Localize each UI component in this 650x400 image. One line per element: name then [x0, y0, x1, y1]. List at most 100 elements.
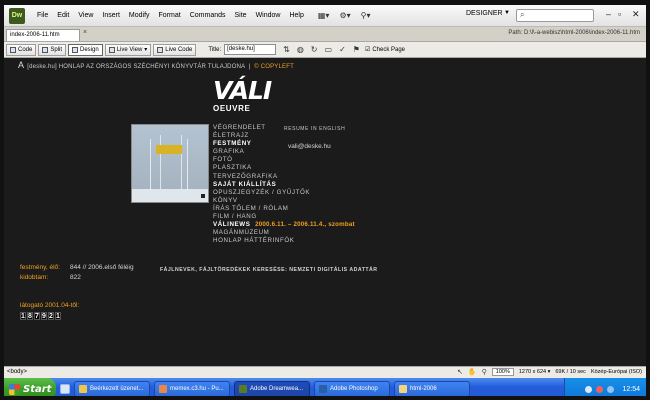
taskbar-button-label: Beérkezett üzenet...	[90, 386, 144, 392]
counter-digit: 1	[20, 312, 26, 320]
design-view-button[interactable]: Design	[68, 43, 103, 56]
nav-grafika[interactable]: GRAFIKA	[213, 148, 355, 156]
kidobtam-label: kidobtam:	[20, 274, 49, 281]
split-view-button[interactable]: Split	[38, 43, 67, 56]
design-canvas[interactable]: A [deske.hu] HONLAP AZ ORSZÁGOS SZÉCHÉNYI…	[4, 58, 646, 366]
fajlnevek-link[interactable]: FÁJLNEVEK, FÁJLTÖREDÉKEK KERESÉSE: NEMZE…	[160, 267, 378, 273]
main-nav: VÉGRENDELET ÉLETRAJZ FESTMÉNY GRAFIKA FO…	[213, 124, 355, 245]
tag-selector[interactable]: <body>	[7, 369, 27, 375]
visual-aids-icon[interactable]: ▭	[325, 45, 333, 54]
taskbar-button-folder[interactable]: html-2006	[394, 381, 470, 396]
document-toolbar: Code Split Design Live View ▾ Live Code T…	[4, 42, 646, 58]
document-tab-bar: index-2006-11.htm × Path: D:\l\-a-webisz…	[4, 27, 646, 42]
email-link[interactable]: vali@deske.hu	[288, 143, 331, 150]
check-page-button[interactable]: ☑ Check Page	[365, 46, 405, 54]
file-management-icon[interactable]: ⇅	[283, 45, 290, 54]
nav-film-hang[interactable]: FILM / HANG	[213, 213, 355, 221]
taskbar-button-photoshop[interactable]: Adobe Photoshop	[314, 381, 390, 396]
extend-icon[interactable]: ⚲▾	[361, 11, 371, 20]
counter-digit: 9	[41, 312, 47, 320]
layout-icon[interactable]: ▦▾	[318, 11, 330, 20]
document-path: Path: D:\l\-a-webisz\html-2006\index-200…	[508, 30, 640, 36]
taskbar-button-browser[interactable]: memex.c3.hu - Pu...	[154, 381, 230, 396]
menu-modify[interactable]: Modify	[129, 12, 150, 19]
select-tool-icon[interactable]: ↖	[457, 368, 463, 376]
tab-document[interactable]: index-2006-11.htm	[6, 29, 80, 41]
nav-opuszjegyzek[interactable]: OPUSZJEGYZÉK / GYŰJTŐK	[213, 189, 355, 197]
system-tray: 12:54	[564, 378, 646, 396]
live-code-icon	[157, 46, 164, 53]
header-initial: A	[18, 60, 25, 70]
live-code-button[interactable]: Live Code	[153, 43, 197, 56]
tray-icon[interactable]	[596, 385, 604, 393]
search-icon: ⌕	[520, 10, 525, 19]
refresh-icon[interactable]: ↻	[311, 45, 318, 54]
title-label: Title:	[208, 46, 222, 53]
hand-tool-icon[interactable]: ✋	[468, 368, 477, 376]
menu-help[interactable]: Help	[289, 12, 303, 19]
window-size[interactable]: 1270 x 624 ▾	[519, 369, 551, 375]
menubar-icons: ▦▾ ⚙▾ ⚲▾	[318, 11, 371, 20]
title-input[interactable]: [deske.hu]	[224, 44, 277, 55]
workspace-switcher[interactable]: DESIGNER	[466, 10, 503, 17]
menu-bar: Dw File Edit View Insert Modify Format C…	[4, 5, 646, 27]
copyleft-link[interactable]: © COPYLEFT	[254, 64, 294, 70]
nav-honlap-hatterinfok[interactable]: HONLAP HÁTTÉRINFÓK	[213, 237, 355, 245]
artwork-photo[interactable]	[131, 124, 209, 203]
validate-icon[interactable]: ✓	[339, 45, 346, 54]
zoom-tool-icon[interactable]: ⚲	[482, 368, 487, 376]
start-label: Start	[23, 383, 52, 395]
chevron-down-icon[interactable]: ▼	[504, 10, 510, 16]
menu-format[interactable]: Format	[159, 12, 181, 19]
nav-festmeny[interactable]: FESTMÉNY	[213, 140, 355, 148]
nav-konyv[interactable]: KÖNYV	[213, 197, 355, 205]
taskbar-button-label: html-2006	[410, 386, 437, 392]
valinews-dates: 2000.6.11. – 2006.11.4., szombat	[255, 221, 355, 229]
design-label: Design	[80, 46, 99, 53]
tray-icon[interactable]	[585, 385, 593, 393]
taskbar-button-dreamweaver[interactable]: Adobe Dreamwea...	[234, 381, 310, 396]
menu-insert[interactable]: Insert	[102, 12, 120, 19]
nav-plasztika[interactable]: PLASZTIKA	[213, 164, 355, 172]
restore-button[interactable]: ▫	[618, 9, 621, 19]
menu-view[interactable]: View	[78, 12, 93, 19]
dreamweaver-logo: Dw	[9, 7, 25, 24]
nav-valinews[interactable]: VÁLINEWS 2000.6.11. – 2006.11.4., szomba…	[213, 221, 355, 229]
menu-commands[interactable]: Commands	[190, 12, 226, 19]
zoom-select[interactable]: 100%	[491, 368, 514, 376]
menu-file[interactable]: File	[37, 12, 48, 19]
taskbar-button-label: memex.c3.hu - Pu...	[170, 386, 224, 392]
quick-launch-icon[interactable]	[60, 384, 70, 394]
clock[interactable]: 12:54	[622, 386, 640, 393]
help-search-input[interactable]: ⌕	[516, 9, 594, 22]
photo-yellow-object	[156, 145, 182, 154]
start-button[interactable]: Start	[4, 378, 56, 396]
tray-icon[interactable]	[607, 385, 615, 393]
gear-icon[interactable]: ⚙▾	[339, 11, 350, 20]
live-view-button[interactable]: Live View ▾	[104, 43, 152, 56]
minimize-button[interactable]: –	[606, 9, 611, 19]
taskbar-button-mail[interactable]: Beérkezett üzenet...	[74, 381, 150, 396]
valinews-label: VÁLINEWS	[213, 221, 251, 229]
code-view-button[interactable]: Code	[6, 43, 37, 56]
browser-check-icon[interactable]: ⚑	[353, 45, 360, 54]
close-icon[interactable]: ×	[83, 29, 87, 36]
nav-eletrajz[interactable]: ÉLETRAJZ	[213, 132, 355, 140]
counter-digit: 8	[27, 312, 33, 320]
code-icon	[10, 46, 16, 53]
menu-window[interactable]: Window	[256, 12, 281, 19]
resume-english-link[interactable]: RESUME IN ENGLISH	[284, 126, 345, 132]
close-window-button[interactable]: ✕	[632, 9, 640, 20]
logo-oeuvre: OEUVRE	[213, 104, 251, 113]
menu-edit[interactable]: Edit	[57, 12, 69, 19]
quick-launch	[60, 384, 70, 394]
menu-site[interactable]: Site	[235, 12, 247, 19]
nav-foto[interactable]: FOTÓ	[213, 156, 355, 164]
nav-sajat-kiallitas[interactable]: SAJÁT KIÁLLÍTÁS	[213, 181, 355, 189]
vali-logo: VÁLI OEUVRE	[213, 78, 272, 118]
counter-digit: 2	[48, 312, 54, 320]
nav-maganmuzeum[interactable]: MAGÁNMÚZEUM	[213, 229, 355, 237]
nav-iras[interactable]: ÍRÁS TŐLEM / RÓLAM	[213, 205, 355, 213]
globe-preview-icon[interactable]: ◍	[297, 45, 304, 54]
nav-tervezografika[interactable]: TERVEZŐGRAFIKA	[213, 173, 355, 181]
